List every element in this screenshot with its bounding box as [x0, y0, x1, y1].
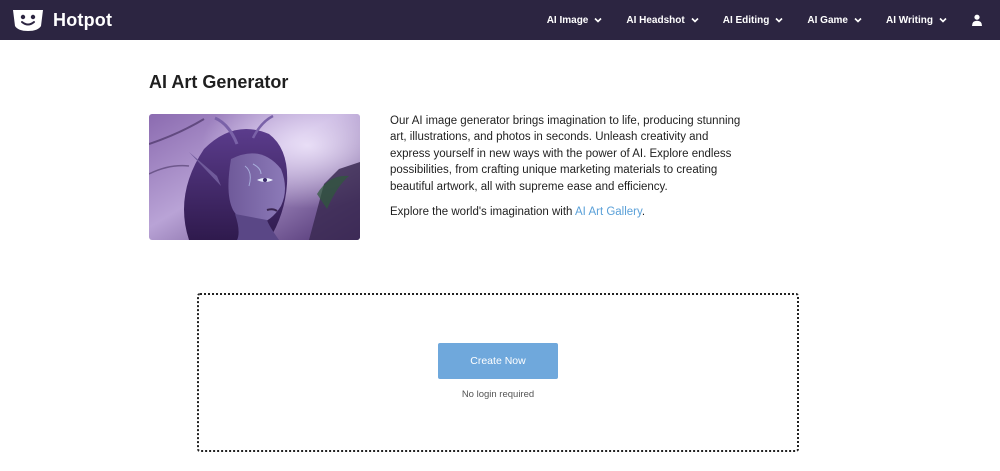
page-title: AI Art Generator — [149, 72, 289, 92]
ai-art-gallery-link[interactable]: AI Art Gallery — [575, 206, 642, 218]
nav-item-label: AI Headshot — [626, 14, 685, 26]
nav-item-label: AI Image — [546, 14, 589, 26]
chevron-down-icon — [594, 17, 602, 23]
create-now-button[interactable]: Create Now — [438, 343, 558, 379]
chevron-down-icon — [854, 17, 862, 23]
chevron-down-icon — [939, 17, 947, 23]
explore-paragraph: Explore the world's imagination with AI … — [390, 204, 750, 220]
nav-item-ai-image[interactable]: AI Image — [547, 15, 604, 26]
nav-item-ai-game[interactable]: AI Game — [807, 15, 863, 26]
nav-item-label: AI Writing — [885, 14, 933, 26]
create-panel: Create Now No login required — [197, 293, 799, 452]
user-account-icon[interactable] — [971, 14, 983, 26]
nav-item-ai-headshot[interactable]: AI Headshot — [626, 15, 699, 26]
intro-paragraph: Our AI image generator brings imaginatio… — [390, 115, 741, 193]
brand-home-link[interactable]: Hotpot — [12, 8, 112, 32]
nav-item-label: AI Editing — [722, 14, 770, 26]
intro-section: Our AI image generator brings imaginatio… — [390, 113, 750, 220]
hero-artwork-image — [149, 114, 360, 240]
nav-item-ai-writing[interactable]: AI Writing — [886, 15, 948, 26]
nav-menu: AI Image AI Headshot AI Editing AI Game … — [547, 0, 1000, 40]
explore-suffix-text: . — [641, 206, 646, 219]
nav-item-label: AI Game — [807, 14, 848, 26]
top-navbar: Hotpot AI Image AI Headshot AI Editing A… — [0, 0, 1000, 40]
chevron-down-icon — [775, 17, 783, 23]
no-login-note: No login required — [461, 389, 535, 400]
brand-name: Hotpot — [53, 9, 113, 30]
hotpot-logo-icon — [13, 10, 43, 31]
chevron-down-icon — [691, 17, 699, 23]
explore-prefix-text: Explore the world's imagination with — [390, 206, 576, 219]
nav-item-ai-editing[interactable]: AI Editing — [723, 15, 785, 26]
